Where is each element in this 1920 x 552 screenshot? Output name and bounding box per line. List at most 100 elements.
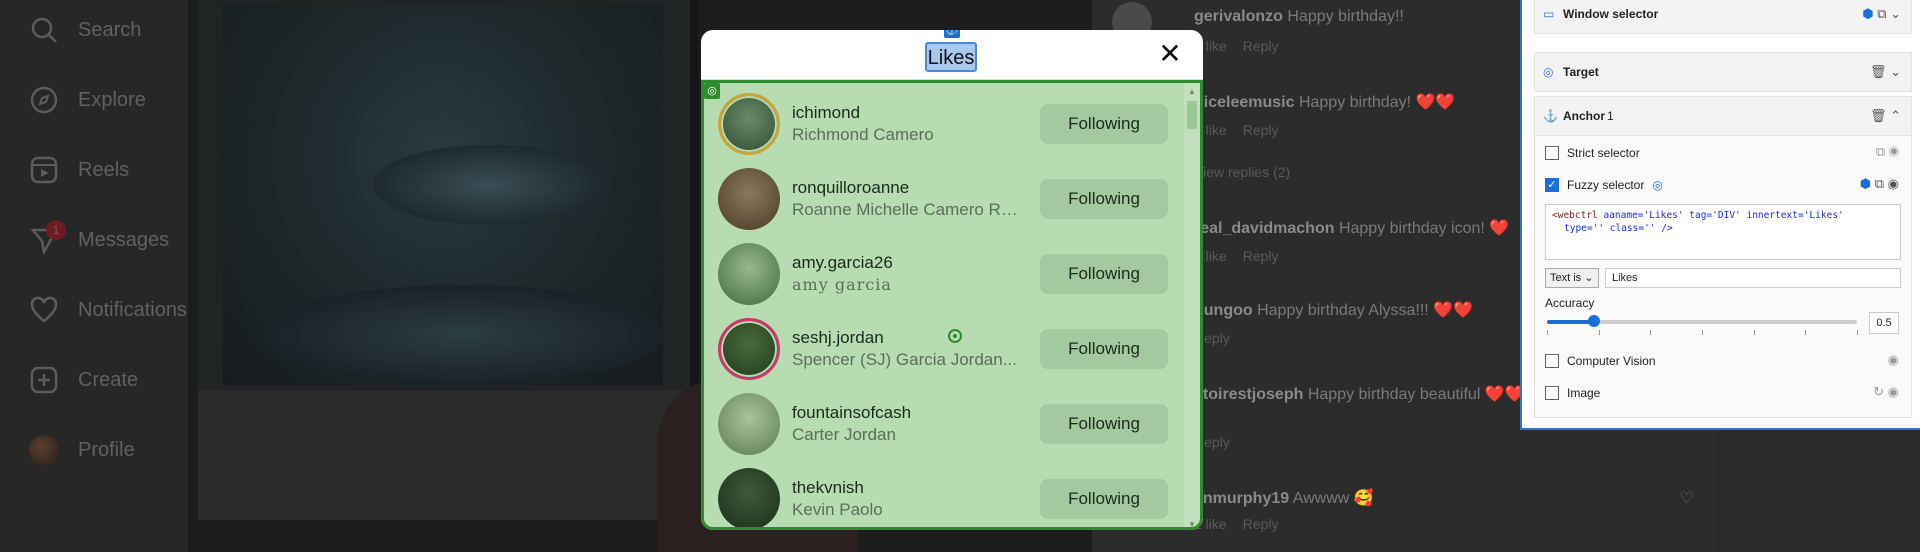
accuracy-ticks [1547,330,1858,336]
match-value-input[interactable]: Likes [1605,268,1901,288]
close-button[interactable]: ✕ [1157,40,1183,68]
user-row[interactable]: amy.garcia26 amy garcia Following [718,241,1174,307]
section-actions[interactable]: ⬢ ⧉ ⌄ [1862,6,1901,22]
nav-explore[interactable]: Explore [28,80,146,120]
window-selector-section[interactable]: ▭ Window selector ⬢ ⧉ ⌄ [1534,0,1912,34]
code-tag: <webctrl [1552,210,1598,221]
user-row[interactable]: ronquilloroanne Roanne Michelle Camero R… [718,166,1174,232]
like-heart-icon[interactable]: ♡ [1680,488,1694,508]
nav-reels-label: Reels [78,158,130,181]
comment-username[interactable]: atoirestjoseph [1194,386,1303,403]
code-attrs: aaname='Likes' tag='DIV' innertext='Like… [1597,210,1844,221]
nav-reels[interactable]: Reels [28,150,129,190]
target-section[interactable]: ◎ Target 🗑 ⌄ [1534,52,1912,92]
user-row[interactable]: seshj.jordan Spencer (SJ) Garcia Jordan.… [718,316,1174,382]
computer-vision-row[interactable]: Computer Vision [1545,352,1656,370]
nav-search[interactable]: Search [28,10,141,50]
refresh-icon[interactable]: ↻ ◉ [1873,384,1899,400]
section-actions[interactable]: 🗑 ⌄ [1870,64,1901,80]
scroll-up-arrow-icon[interactable]: ▲ [1188,87,1196,96]
eye-icon[interactable]: ◉ [1888,352,1899,368]
fuzzy-selector-checkbox[interactable]: ✓ [1545,178,1559,192]
accuracy-slider-fill [1547,320,1594,324]
following-button[interactable]: Following [1040,254,1168,294]
avatar[interactable] [718,468,780,527]
following-button[interactable]: Following [1040,179,1168,219]
avatar[interactable] [718,93,780,155]
reply-button[interactable]: Reply [1243,516,1279,532]
username[interactable]: ichimond [792,103,860,123]
comment-username[interactable]: anmurphy19 [1194,490,1289,507]
reply-button[interactable]: Reply [1243,38,1279,54]
computer-vision-checkbox[interactable] [1545,354,1559,368]
nav-profile-label: Profile [78,438,135,461]
target-label: Target [1563,65,1599,79]
comment-text: Happy birthday beautiful ❤️❤️ [1307,386,1525,403]
selector-code-editor[interactable]: <webctrl aaname='Likes' tag='DIV' innert… [1545,204,1901,260]
computer-vision-label: Computer Vision [1567,354,1656,368]
section-actions[interactable]: 🗑 ⌃ [1870,108,1901,124]
user-row[interactable]: thekvnish Kevin Paolo Following [718,466,1174,527]
match-mode-select[interactable]: Text is ⌄ [1545,268,1599,288]
search-icon [28,14,60,46]
nav-notifications[interactable]: Notifications [28,290,187,330]
username[interactable]: ronquilloroanne [792,178,909,198]
avatar[interactable] [718,318,780,380]
image-row[interactable]: Image [1545,384,1600,402]
scroll-thumb[interactable] [1187,101,1197,129]
full-name: Carter Jordan [792,425,896,444]
image-label: Image [1567,386,1601,400]
accuracy-slider[interactable] [1547,315,1857,327]
username[interactable]: thekvnish [792,478,864,498]
full-name: Roanne Michelle Camero Ro... [792,200,1022,219]
image-checkbox[interactable] [1545,386,1559,400]
anchor-section[interactable]: ⚓ Anchor 1 🗑 ⌃ [1534,96,1912,136]
likes-list[interactable]: ◎ ▲ ▼ ichimond Richmond Camero Following… [701,80,1203,530]
slider-tick [1599,330,1600,335]
nav-create[interactable]: Create [28,360,138,400]
heart-icon [28,294,60,326]
nav-messages[interactable]: 1 Messages [28,220,169,260]
accuracy-slider-thumb[interactable] [1588,315,1600,327]
likes-dialog: ⚓ Likes ✕ ◎ ▲ ▼ ichimond Richmond Camero… [701,30,1203,530]
following-button[interactable]: Following [1040,329,1168,369]
avatar[interactable] [718,168,780,230]
anchor-count: 1 [1607,109,1614,123]
following-button[interactable]: Following [1040,479,1168,519]
reply-button[interactable]: Reply [1243,248,1279,264]
username[interactable]: seshj.jordan [792,328,884,348]
fuzzy-selector-row[interactable]: ✓ Fuzzy selector ◎ [1545,176,1663,194]
username[interactable]: amy.garcia26 [792,253,893,273]
nav-profile[interactable]: Profile [28,430,135,470]
avatar[interactable] [718,393,780,455]
following-button[interactable]: Following [1040,404,1168,444]
comment-username[interactable]: diceleemusic [1194,94,1295,111]
full-name: Spencer (SJ) Garcia Jordan... [792,350,1017,369]
username[interactable]: fountainsofcash [792,403,911,423]
dialog-title: Likes [925,42,977,72]
strict-selector-checkbox[interactable] [1545,146,1559,160]
compass-icon [28,84,60,116]
scrollbar[interactable]: ▲ ▼ [1184,83,1200,527]
slider-tick [1857,330,1858,335]
window-selector-label: Window selector [1563,7,1659,21]
reply-button[interactable]: Reply [1243,122,1279,138]
nav-notifications-label: Notifications [78,298,187,321]
fuzzy-selector-label: Fuzzy selector [1567,178,1645,192]
user-row[interactable]: ichimond Richmond Camero Following [718,91,1174,157]
scroll-down-arrow-icon[interactable]: ▼ [1188,520,1196,527]
view-replies-button[interactable]: View replies (2) [1194,164,1290,180]
target-icon[interactable]: ◎ [1652,178,1662,192]
fuzzy-actions[interactable]: ⬢ ⧉ ◉ [1860,176,1899,192]
comment-username[interactable]: gerivalonzo [1194,8,1283,25]
user-row[interactable]: fountainsofcash Carter Jordan Following [718,391,1174,457]
strict-selector-row[interactable]: Strict selector [1545,144,1640,162]
comment-username[interactable]: real_davidmachon [1194,220,1335,237]
following-button[interactable]: Following [1040,104,1168,144]
copy-icon[interactable]: ⧉ ◉ [1876,144,1899,160]
accuracy-value-input[interactable]: 0.5 [1869,312,1899,334]
left-nav: Search Explore Reels 1 Messages Notifica… [0,0,188,552]
avatar[interactable] [718,243,780,305]
target-icon: ◎ [1543,65,1554,79]
selector-panel: ▭ Window selector ⬢ ⧉ ⌄ ◎ Target 🗑 ⌄ ⚓ A… [1520,0,1920,430]
